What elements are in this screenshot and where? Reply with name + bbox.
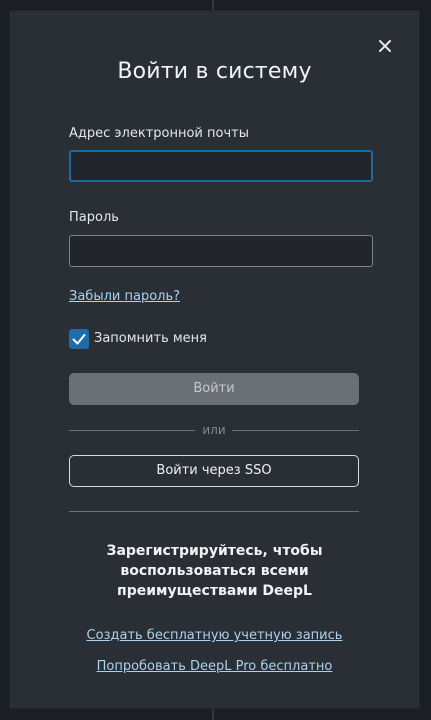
password-label: Пароль: [69, 210, 119, 225]
login-dialog: Войти в систему Адрес электронной почты …: [10, 11, 419, 708]
or-separator-text: или: [202, 423, 226, 437]
dialog-title: Войти в систему: [117, 59, 312, 84]
sso-login-button[interactable]: Войти через SSO: [69, 455, 359, 487]
background-divider-bottom: [212, 708, 214, 720]
close-icon: [379, 40, 391, 52]
section-divider: [69, 511, 359, 512]
password-input[interactable]: [69, 235, 373, 267]
promo-line: преимуществами DeepL: [117, 583, 312, 599]
or-divider-left: [69, 430, 195, 431]
create-account-link-text[interactable]: Создать бесплатную учетную запись: [87, 628, 343, 643]
email-label: Адрес электронной почты: [69, 126, 249, 141]
remember-me-label[interactable]: Запомнить меня: [94, 331, 207, 346]
or-divider-right: [232, 430, 359, 431]
try-pro-link[interactable]: Попробовать DeepL Pro бесплатно: [10, 659, 419, 674]
close-button[interactable]: [374, 35, 396, 57]
remember-me-checkbox[interactable]: [69, 329, 89, 349]
try-pro-link-text[interactable]: Попробовать DeepL Pro бесплатно: [97, 659, 333, 674]
signup-promo-text: Зарегистрируйтесь, чтобы воспользоваться…: [10, 541, 419, 601]
forgot-password-link[interactable]: Забыли пароль?: [69, 289, 180, 304]
checkmark-icon: [72, 334, 86, 345]
promo-line: Зарегистрируйтесь, чтобы: [106, 543, 323, 559]
promo-line: воспользоваться всеми: [120, 563, 309, 579]
create-account-link[interactable]: Создать бесплатную учетную запись: [10, 628, 419, 643]
login-button[interactable]: Войти: [69, 373, 359, 405]
email-input[interactable]: [69, 150, 373, 182]
